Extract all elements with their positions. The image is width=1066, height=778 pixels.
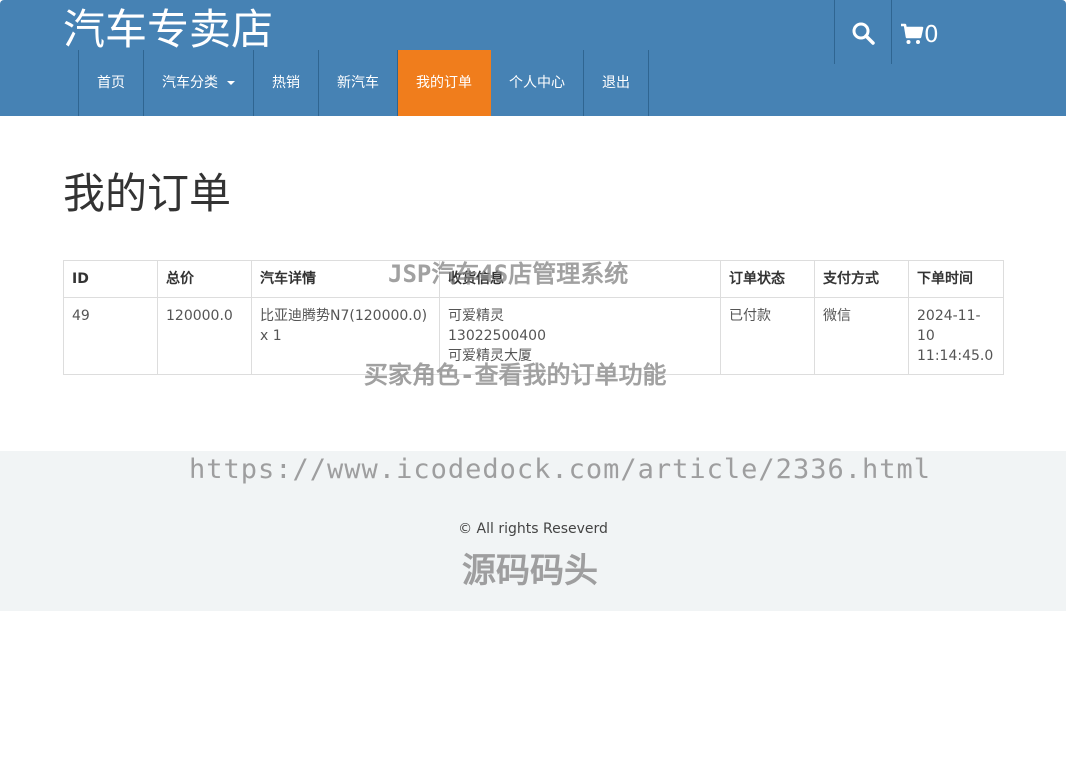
nav-item-label: 我的订单 [416,75,472,91]
table-header-row: ID 总价 汽车详情 收货信息 订单状态 支付方式 下单时间 [63,260,1004,298]
shipping-phone: 13022500400 [448,328,546,344]
cell-time: 2024-11-10 11:14:45.0 [908,297,1004,375]
nav-item-hot[interactable]: 热销 [254,50,319,116]
nav-item-label: 汽车分类 [162,75,218,91]
nav-item-car-category[interactable]: 汽车分类 [144,50,254,116]
cell-shipping: 可爱精灵 13022500400 可爱精灵大厦 [439,297,721,375]
table-row: 49 120000.0 比亚迪腾势N7(120000.0) x 1 可爱精灵 1… [63,297,1004,375]
nav-item-logout[interactable]: 退出 [584,50,649,116]
column-header-time: 下单时间 [908,260,1004,298]
top-header: 汽车专卖店 0 首页 汽车分类 热销 新汽车 我的订单 个人中心 退出 [0,0,1066,116]
column-header-car-detail: 汽车详情 [251,260,440,298]
nav-item-label: 个人中心 [509,75,565,91]
cell-id: 49 [63,297,158,375]
nav-item-my-orders[interactable]: 我的订单 [398,50,491,116]
caret-down-icon [227,81,235,85]
cell-car-detail: 比亚迪腾势N7(120000.0) x 1 [251,297,440,375]
cell-total: 120000.0 [157,297,252,375]
copyright-text: © All rights Reseverd [458,521,608,537]
column-header-id: ID [63,260,158,298]
column-header-payment: 支付方式 [814,260,909,298]
nav-item-label: 首页 [97,75,125,91]
cart-icon [901,23,924,44]
nav-item-label: 退出 [602,75,630,91]
search-icon [852,22,875,45]
cell-payment: 微信 [814,297,909,375]
cell-status: 已付款 [720,297,815,375]
shipping-name: 可爱精灵 [448,308,504,324]
nav-item-new-cars[interactable]: 新汽车 [319,50,398,116]
cart-count: 0 [924,22,939,48]
search-button[interactable] [834,0,892,64]
cart-button[interactable]: 0 [900,0,970,64]
column-header-total: 总价 [157,260,252,298]
column-header-status: 订单状态 [720,260,815,298]
page-footer: © All rights Reseverd [0,451,1066,611]
nav-item-profile[interactable]: 个人中心 [491,50,584,116]
site-brand[interactable]: 汽车专卖店 [63,3,273,57]
main-nav: 首页 汽车分类 热销 新汽车 我的订单 个人中心 退出 [78,50,649,116]
column-header-shipping: 收货信息 [439,260,721,298]
shipping-address: 可爱精灵大厦 [448,348,532,364]
nav-item-label: 新汽车 [337,75,379,91]
page-title: 我的订单 [63,169,232,218]
header-actions: 0 [834,0,1066,64]
nav-item-label: 热销 [272,75,300,91]
nav-item-home[interactable]: 首页 [79,50,144,116]
orders-table: ID 总价 汽车详情 收货信息 订单状态 支付方式 下单时间 49 120000… [63,260,1004,375]
